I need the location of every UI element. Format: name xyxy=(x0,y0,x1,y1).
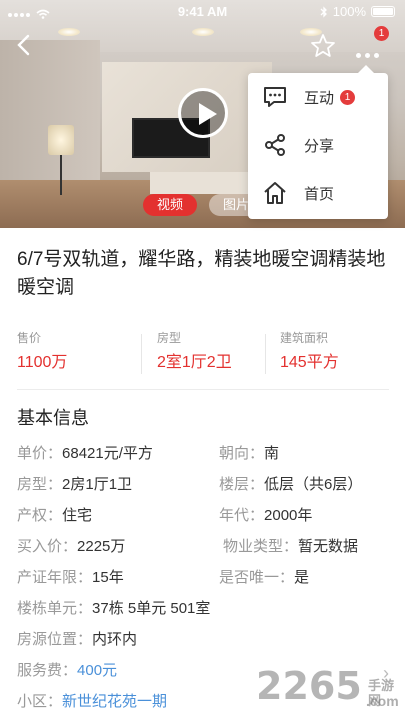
info-cell: 年代：2000年 xyxy=(219,504,312,528)
info-cell: 产证年限：15年 xyxy=(17,566,124,590)
chevron-left-icon xyxy=(17,34,30,56)
ceiling-lamp xyxy=(192,28,214,36)
menu-item-home[interactable]: 首页 xyxy=(248,169,388,217)
status-right: 100% xyxy=(320,4,395,19)
info-cell: 买入价：2225万 xyxy=(17,535,125,559)
info-row: 单价：68421元/平方 朝向：南 xyxy=(17,442,389,466)
stat-value: 1100万 xyxy=(17,354,68,371)
info-key: 是否唯一： xyxy=(219,569,295,586)
ceiling-lamp xyxy=(58,28,80,36)
watermark-logo: 2265 .com 手游网 xyxy=(256,664,405,720)
info-key: 房型： xyxy=(17,476,63,493)
more-dots-icon xyxy=(356,45,383,63)
community-link[interactable]: 新世纪花苑一期 xyxy=(62,693,167,710)
info-value: 2房1厅1卫 xyxy=(62,476,133,493)
watermark-sub: 手游网 xyxy=(368,678,395,708)
menu-item-share[interactable]: 分享 xyxy=(248,121,388,169)
info-key: 物业类型： xyxy=(223,538,299,555)
stat-area: 建筑面积 145平方 xyxy=(280,330,339,378)
stat-price: 售价 1100万 xyxy=(17,330,67,378)
info-key: 买入价： xyxy=(17,538,78,555)
share-icon xyxy=(265,134,285,156)
tab-video[interactable]: 视频 xyxy=(143,194,198,216)
info-key: 小区： xyxy=(17,693,63,710)
info-key: 朝向： xyxy=(219,445,265,462)
info-key: 楼层： xyxy=(219,476,265,493)
battery-percent: 100% xyxy=(332,4,366,19)
info-cell: 物业类型：暂无数据 xyxy=(223,535,358,559)
info-row: 房源位置：内环内 xyxy=(17,628,389,652)
stat-label: 建筑面积 xyxy=(280,331,329,345)
info-row: 房型：2房1厅1卫 楼层：低层（共6层） xyxy=(17,473,389,497)
info-value: 2225万 xyxy=(77,538,126,555)
info-cell: 小区：新世纪花苑一期 xyxy=(17,690,167,714)
info-cell: 服务费：400元 xyxy=(17,659,117,683)
info-value: 68421元/平方 xyxy=(62,445,153,462)
divider xyxy=(141,334,142,374)
info-cell: 是否唯一：是 xyxy=(219,566,309,590)
info-value: 2000年 xyxy=(264,507,313,524)
home-icon xyxy=(264,182,286,204)
info-key: 年代： xyxy=(219,507,265,524)
info-key: 楼栋单元： xyxy=(17,600,93,617)
info-cell: 房源位置：内环内 xyxy=(17,628,137,652)
info-row: 产证年限：15年 是否唯一：是 xyxy=(17,566,389,590)
key-stats: 售价 1100万 房型 2室1厅2卫 建筑面积 145平方 xyxy=(17,330,389,390)
listing-title: 6/7号双轨道，耀华路，精装地暖空调精装地暖空调 xyxy=(17,249,386,298)
info-row: 产权：住宅 年代：2000年 xyxy=(17,504,389,528)
battery-icon xyxy=(371,6,395,17)
info-cell: 朝向：南 xyxy=(219,442,279,466)
stat-label: 售价 xyxy=(17,331,42,345)
info-row: 楼栋单元：37栋 5单元 501室 xyxy=(17,597,389,621)
info-key: 产证年限： xyxy=(17,569,93,586)
more-badge: 1 xyxy=(374,26,389,41)
status-bar: 9:41 AM 100% xyxy=(0,0,405,24)
menu-item-interact[interactable]: 互动 1 xyxy=(248,73,388,121)
info-key: 单价： xyxy=(17,445,63,462)
info-value: 内环内 xyxy=(92,631,138,648)
menu-item-label: 首页 xyxy=(304,185,335,203)
info-cell: 楼栋单元：37栋 5单元 501室 xyxy=(17,597,210,621)
stat-label: 房型 xyxy=(157,331,182,345)
favorite-button[interactable] xyxy=(310,33,336,59)
info-value: 15年 xyxy=(92,569,124,586)
info-value: 37栋 5单元 501室 xyxy=(92,600,211,617)
section-title: 基本信息 xyxy=(17,408,89,428)
service-fee-link[interactable]: 400元 xyxy=(77,662,117,679)
info-value: 是 xyxy=(294,569,310,586)
info-value: 暂无数据 xyxy=(298,538,359,555)
info-value: 低层（共6层） xyxy=(264,476,363,493)
info-cell: 楼层：低层（共6层） xyxy=(219,473,362,497)
stat-value: 145平方 xyxy=(280,354,339,371)
play-video-button[interactable] xyxy=(178,88,228,138)
info-key: 房源位置： xyxy=(17,631,93,648)
chat-icon xyxy=(264,87,286,107)
interact-badge: 1 xyxy=(340,89,356,105)
info-key: 服务费： xyxy=(17,662,78,679)
menu-item-label: 互动 xyxy=(304,89,335,107)
info-cell: 产权：住宅 xyxy=(17,504,92,528)
info-row: 买入价：2225万 物业类型：暂无数据 xyxy=(17,535,389,559)
info-cell: 单价：68421元/平方 xyxy=(17,442,153,466)
star-icon xyxy=(311,34,335,57)
info-value: 住宅 xyxy=(62,507,93,524)
hero-wall xyxy=(0,40,100,190)
info-cell: 房型：2房1厅1卫 xyxy=(17,473,132,497)
info-key: 产权： xyxy=(17,507,63,524)
info-value: 南 xyxy=(264,445,280,462)
back-button[interactable] xyxy=(10,30,40,60)
bluetooth-icon xyxy=(320,5,327,18)
divider xyxy=(265,334,266,374)
stat-value: 2室1厅2卫 xyxy=(157,354,232,371)
popup-menu: 互动 1 分享 首页 xyxy=(248,65,388,219)
watermark-brand: 2265 xyxy=(256,664,362,708)
hero-floor-lamp-leg xyxy=(60,155,62,195)
stat-layout: 房型 2室1厅2卫 xyxy=(157,330,232,378)
hero-floor-lamp xyxy=(48,125,74,155)
menu-item-label: 分享 xyxy=(304,137,335,155)
hero-cabinet xyxy=(150,172,260,194)
